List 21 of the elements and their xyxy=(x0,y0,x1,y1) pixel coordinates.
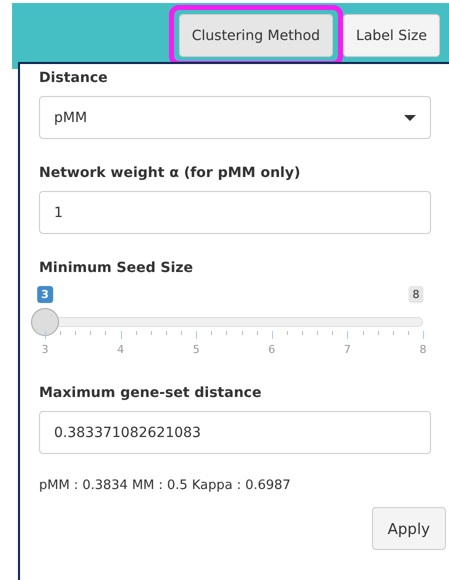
slider-thumb[interactable] xyxy=(31,308,59,336)
tick-label: 4 xyxy=(117,343,124,356)
field-label: Network weight α (for pMM only) xyxy=(39,165,302,181)
value-badge: 3 xyxy=(37,286,53,303)
apply-button[interactable]: Apply xyxy=(372,507,446,550)
tick-label: 8 xyxy=(420,343,426,356)
caret-icon xyxy=(404,114,416,120)
input-field[interactable]: 1 xyxy=(39,191,431,234)
toolbar-button[interactable]: Label Size xyxy=(343,14,440,57)
tick-label: 7 xyxy=(344,343,351,356)
tick-label: 5 xyxy=(192,343,200,356)
input-field[interactable]: 0.383371082621083 xyxy=(39,411,431,454)
field-label: Minimum Seed Size xyxy=(39,260,194,276)
field-label: Distance xyxy=(39,70,109,86)
summary-text: pMM : 0.3834 MM : 0.5 Kappa : 0.6987 xyxy=(39,478,292,493)
select-field[interactable]: pMM xyxy=(39,96,431,139)
tick-label: 6 xyxy=(268,343,276,356)
tick-label: 3 xyxy=(42,343,48,356)
field-label: Maximum gene-set distance xyxy=(39,385,262,401)
max-badge: 8 xyxy=(408,286,424,303)
toolbar-button[interactable]: Clustering Method xyxy=(178,14,334,57)
